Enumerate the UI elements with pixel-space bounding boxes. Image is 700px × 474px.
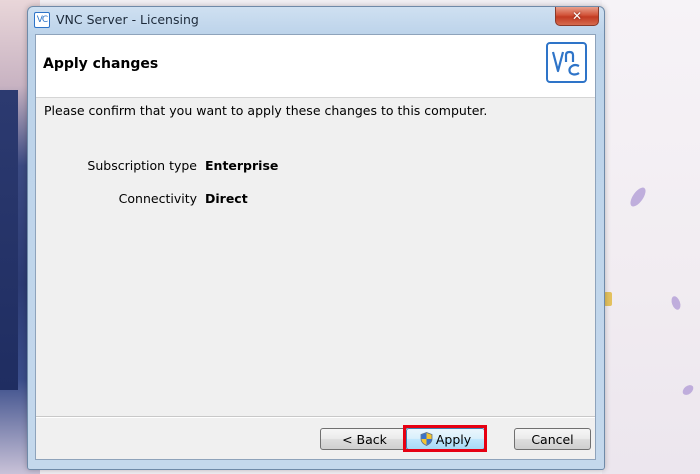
connectivity-label: Connectivity: [118, 191, 197, 206]
licensing-dialog: VC VNC Server - Licensing ✕ Apply change…: [27, 6, 605, 470]
title-bar[interactable]: VC VNC Server - Licensing ✕: [28, 7, 604, 33]
back-button[interactable]: < Back: [320, 428, 409, 450]
page-title: Apply changes: [43, 56, 159, 72]
window-title: VNC Server - Licensing: [56, 12, 199, 27]
gold-decoration: [604, 292, 612, 306]
connectivity-value: Direct: [205, 191, 248, 206]
cancel-button-label: Cancel: [531, 431, 574, 447]
wizard-header: Apply changes: [36, 35, 595, 98]
close-button[interactable]: ✕: [555, 7, 599, 26]
vnc-logo-icon: [546, 42, 587, 83]
apply-button[interactable]: Apply: [406, 428, 485, 450]
close-icon: ✕: [571, 9, 583, 23]
subscription-type-label: Subscription type: [87, 158, 197, 173]
uac-shield-icon: [420, 432, 433, 446]
subscription-type-value: Enterprise: [205, 158, 279, 173]
vnc-app-icon: VC: [34, 12, 50, 28]
wallpaper-right-art: [602, 0, 700, 474]
cancel-button[interactable]: Cancel: [514, 428, 591, 450]
back-button-label: < Back: [342, 431, 387, 447]
footer-divider: [36, 416, 595, 418]
dialog-body: Apply changes Please confirm that you wa…: [35, 34, 596, 460]
apply-button-label: Apply: [435, 431, 472, 447]
wallpaper-left-shadow: [0, 90, 18, 390]
intro-text: Please confirm that you want to apply th…: [44, 103, 488, 118]
